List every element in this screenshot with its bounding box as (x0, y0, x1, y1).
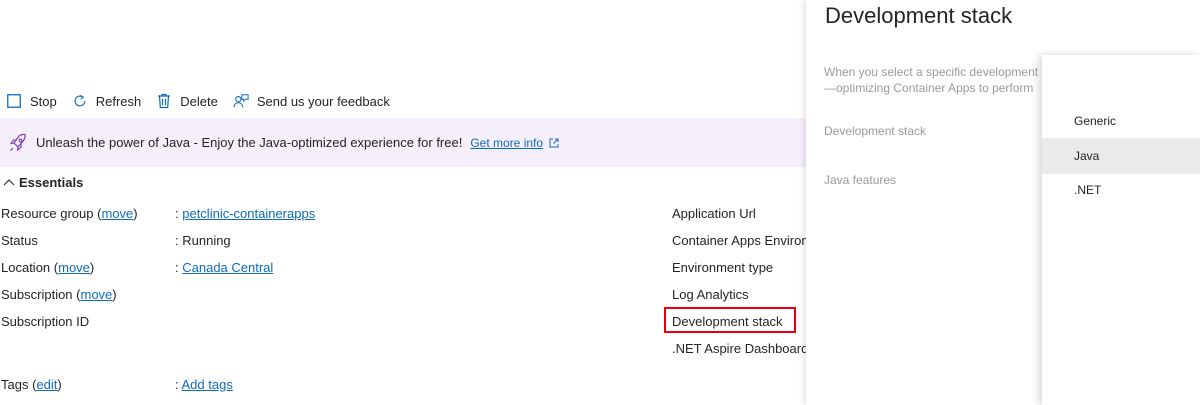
add-tags-link[interactable]: Add tags (182, 377, 233, 392)
essentials-row-location: Location (move) : Canada Central (1, 258, 273, 276)
option-java[interactable]: Java (1042, 138, 1200, 174)
essentials-key-container-apps-environment: Container Apps Environment (672, 232, 806, 248)
panel-title: Development stack (825, 3, 1013, 28)
command-bar: Stop Refresh Delete Send us your feedbac… (6, 90, 405, 112)
move-link[interactable]: move (58, 260, 90, 275)
external-link-icon (549, 138, 559, 148)
development-stack-highlight (664, 307, 796, 333)
feedback-button[interactable]: Send us your feedback (233, 93, 390, 109)
get-more-info-label: Get more info (470, 135, 544, 150)
essentials-row-status: Status : Running (1, 231, 231, 249)
essentials-key-log-analytics: Log Analytics (672, 286, 749, 302)
essentials-value: : Running (175, 232, 231, 248)
essentials-value: : petclinic-containerapps (175, 205, 316, 221)
panel-description-line: When you select a specific development s… (824, 65, 1042, 79)
move-link[interactable]: move (81, 287, 113, 302)
essentials-key-aspire-dashboard: .NET Aspire Dashboard (672, 340, 806, 356)
essentials-key-environment-type: Environment type (672, 259, 774, 275)
java-promo-banner: Unleash the power of Java - Enjoy the Ja… (0, 118, 806, 167)
development-stack-dropdown-list: Generic Java .NET (1042, 55, 1200, 405)
panel-description-line: —optimizing Container Apps to perform (824, 81, 1034, 95)
essentials-key-application-url: Application Url (672, 205, 756, 221)
status-value: Running (182, 232, 231, 248)
chevron-up-icon (3, 178, 15, 188)
feedback-icon (233, 93, 249, 109)
stop-label: Stop (30, 93, 57, 109)
essentials-value: : Add tags (175, 376, 233, 392)
refresh-button[interactable]: Refresh (72, 93, 142, 109)
move-link[interactable]: move (101, 206, 133, 221)
option-dotnet[interactable]: .NET (1042, 172, 1200, 208)
essentials-row-tags: Tags (edit) : Add tags (1, 375, 233, 393)
stop-icon (6, 93, 22, 109)
trash-icon (156, 93, 172, 109)
java-features-label: Java features (824, 173, 897, 187)
feedback-label: Send us your feedback (256, 93, 390, 109)
stop-button[interactable]: Stop (6, 93, 57, 109)
essentials-row-resource-group: Resource group (move) : petclinic-contai… (1, 204, 315, 222)
essentials-key: Tags (edit) (1, 376, 62, 392)
essentials-key-text: Resource group (1, 205, 94, 221)
delete-button[interactable]: Delete (156, 93, 218, 109)
banner-text: Unleash the power of Java - Enjoy the Ja… (36, 135, 463, 150)
development-stack-label: Development stack (824, 124, 927, 138)
panel-description: When you select a specific development s… (824, 64, 1042, 96)
essentials-key-text: Location (1, 259, 51, 275)
essentials-key: Subscription (move) (1, 286, 117, 302)
essentials-key: Subscription ID (1, 313, 90, 329)
resource-group-link[interactable]: petclinic-containerapps (182, 206, 315, 221)
essentials-key: Resource group (move) (1, 205, 138, 221)
essentials-row-subscription: Subscription (move) (1, 285, 175, 303)
essentials-key-text: Subscription (1, 286, 73, 302)
refresh-icon (72, 93, 88, 109)
location-link[interactable]: Canada Central (182, 260, 273, 275)
option-generic[interactable]: Generic (1042, 103, 1200, 139)
essentials-value: : Canada Central (175, 259, 274, 275)
essentials-key-text: Tags (1, 376, 29, 392)
get-more-info-link[interactable]: Get more info (470, 136, 559, 150)
edit-link[interactable]: edit (36, 377, 57, 392)
essentials-key: Status (1, 232, 38, 248)
delete-label: Delete (180, 93, 218, 109)
essentials-heading: Essentials (19, 175, 84, 190)
essentials-toggle[interactable]: Essentials (3, 175, 83, 190)
refresh-label: Refresh (95, 93, 142, 109)
essentials-key: Location (move) (1, 259, 95, 275)
essentials-row-subscription-id: Subscription ID (1, 312, 175, 330)
rocket-icon (8, 133, 28, 153)
